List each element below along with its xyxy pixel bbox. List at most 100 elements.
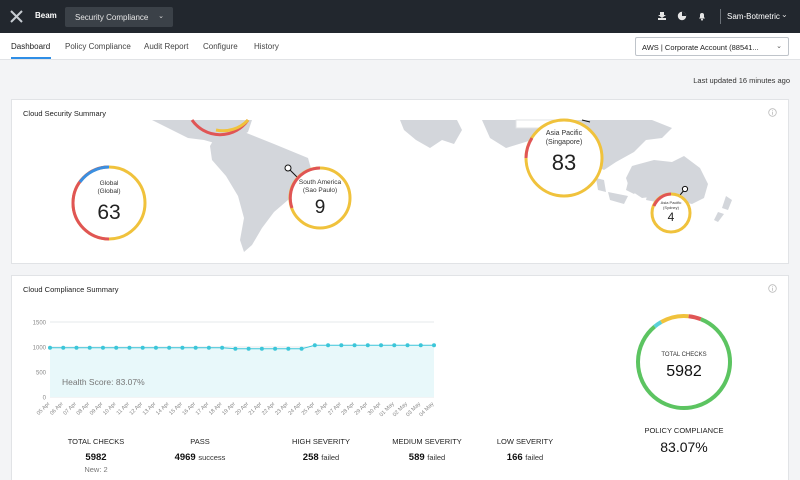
region-asia-pacific-singapore[interactable]: Asia Pacific (Singapore) bbox=[529, 129, 599, 147]
data-point[interactable] bbox=[153, 345, 158, 350]
data-point[interactable] bbox=[193, 345, 198, 350]
account-selector[interactable]: AWS | Corporate Account (88541... ⌄ bbox=[635, 37, 789, 56]
pie-chart-icon[interactable] bbox=[677, 11, 687, 21]
data-point[interactable] bbox=[392, 343, 397, 348]
info-icon[interactable] bbox=[768, 108, 777, 117]
stat-unit: failed bbox=[427, 453, 446, 462]
cloud-security-summary-panel: Cloud Security Summary Global (Global) 6… bbox=[11, 99, 789, 264]
app-selector[interactable]: Security Compliance ⌄ bbox=[65, 7, 173, 27]
data-point[interactable] bbox=[180, 345, 185, 350]
region-name: Asia Pacific bbox=[545, 130, 583, 137]
x-tick-label: 04 May bbox=[418, 401, 435, 418]
data-point[interactable] bbox=[379, 343, 384, 348]
y-tick-label: 500 bbox=[36, 371, 47, 377]
x-tick-label: 16 Apr bbox=[182, 401, 198, 417]
x-tick-label: 21 Apr bbox=[248, 401, 264, 417]
data-point[interactable] bbox=[114, 345, 119, 350]
data-point[interactable] bbox=[432, 343, 436, 348]
x-tick-label: 23 Apr bbox=[274, 401, 290, 417]
x-tick-label: 19 Apr bbox=[221, 401, 237, 417]
donut-segment-medium[interactable] bbox=[660, 314, 689, 324]
data-point[interactable] bbox=[326, 343, 331, 348]
stat-number: 5982 bbox=[85, 452, 107, 463]
x-tick-label: 14 Apr bbox=[155, 401, 171, 417]
x-tick-label: 15 Apr bbox=[168, 401, 184, 417]
stat-value: 166 failed bbox=[480, 452, 570, 463]
app-selector-label: Security Compliance bbox=[75, 13, 149, 22]
data-point[interactable] bbox=[233, 346, 238, 351]
data-point[interactable] bbox=[61, 345, 66, 350]
tab-history[interactable]: History bbox=[254, 42, 279, 51]
data-point[interactable] bbox=[418, 343, 423, 348]
donut-segment-high[interactable] bbox=[688, 314, 702, 322]
data-point[interactable] bbox=[127, 345, 132, 350]
x-tick-label: 27 Apr bbox=[327, 401, 343, 417]
data-point[interactable] bbox=[206, 345, 211, 350]
data-point[interactable] bbox=[405, 343, 410, 348]
x-tick-label: 11 Apr bbox=[116, 401, 131, 416]
data-point[interactable] bbox=[312, 343, 317, 348]
stat-number: 166 bbox=[506, 452, 523, 463]
stat-label: MEDIUM SEVERITY bbox=[392, 437, 462, 446]
x-tick-label: 17 Apr bbox=[195, 401, 211, 417]
data-point[interactable] bbox=[299, 346, 304, 351]
donut-segment-low[interactable] bbox=[653, 320, 663, 329]
chevron-down-icon: ⌄ bbox=[158, 13, 164, 20]
data-point[interactable] bbox=[87, 345, 92, 350]
donut-value: 5982 bbox=[666, 363, 702, 380]
x-tick-label: 25 Apr bbox=[301, 401, 317, 417]
stat-low-severity: LOW SEVERITY 166 failed bbox=[480, 437, 570, 463]
info-icon[interactable] bbox=[768, 284, 777, 293]
data-point[interactable] bbox=[74, 345, 79, 350]
data-point[interactable] bbox=[220, 345, 225, 350]
x-tick-label: 22 Apr bbox=[261, 401, 277, 417]
stat-value: 589 failed bbox=[377, 452, 477, 463]
stat-number: 589 bbox=[408, 452, 425, 463]
data-point[interactable] bbox=[140, 345, 145, 350]
active-tab-indicator bbox=[11, 57, 51, 59]
tab-policy-compliance[interactable]: Policy Compliance bbox=[65, 42, 131, 51]
x-tick-label: 12 Apr bbox=[129, 401, 145, 417]
data-point[interactable] bbox=[339, 343, 344, 348]
tab-dashboard[interactable]: Dashboard bbox=[11, 42, 50, 51]
x-tick-label: 05 Apr bbox=[36, 401, 52, 417]
chevron-down-icon[interactable]: ⌄ bbox=[781, 10, 788, 19]
stat-value: 4969 success bbox=[160, 452, 240, 463]
stat-value: 258 failed bbox=[271, 452, 371, 463]
data-point[interactable] bbox=[365, 343, 370, 348]
data-point[interactable] bbox=[167, 345, 172, 350]
tab-audit-report[interactable]: Audit Report bbox=[144, 42, 188, 51]
stat-label: PASS bbox=[190, 437, 210, 446]
data-point[interactable] bbox=[286, 346, 291, 351]
stat-label: TOTAL CHECKS bbox=[67, 437, 125, 446]
region-name: South America bbox=[298, 179, 342, 186]
account-selector-label: AWS | Corporate Account (88541... bbox=[642, 43, 759, 52]
x-tick-label: 09 Apr bbox=[89, 401, 105, 417]
region-asia-pacific-sydney[interactable]: Asia Pacific (Sydney) bbox=[654, 200, 688, 210]
data-point[interactable] bbox=[273, 346, 278, 351]
region-south-america[interactable]: South America (Sao Paulo) bbox=[292, 179, 348, 195]
stat-sub: New: 2 bbox=[84, 465, 108, 474]
stat-number: 4969 bbox=[174, 452, 196, 463]
data-point[interactable] bbox=[259, 346, 264, 351]
tab-configure[interactable]: Configure bbox=[203, 42, 238, 51]
tab-bar: Dashboard Policy Compliance Audit Report… bbox=[0, 33, 800, 60]
stat-unit: failed bbox=[321, 453, 340, 462]
x-tick-label: 06 Apr bbox=[49, 401, 65, 417]
download-icon[interactable] bbox=[657, 11, 667, 21]
x-tick-label: 24 Apr bbox=[288, 401, 304, 417]
top-bar: Beam Security Compliance ⌄ Sam-Botmetric… bbox=[0, 0, 800, 33]
data-point[interactable] bbox=[352, 343, 357, 348]
x-tick-label: 08 Apr bbox=[76, 401, 92, 417]
region-global[interactable]: Global (Global) bbox=[79, 180, 139, 196]
data-point[interactable] bbox=[246, 346, 251, 351]
beam-logo-icon[interactable] bbox=[10, 10, 23, 23]
data-point[interactable] bbox=[48, 345, 52, 350]
bell-icon[interactable] bbox=[697, 11, 707, 21]
chevron-down-icon: ⌄ bbox=[776, 43, 782, 50]
x-tick-label: 07 Apr bbox=[62, 401, 78, 417]
y-tick-label: 1000 bbox=[33, 346, 47, 352]
data-point[interactable] bbox=[100, 345, 105, 350]
user-menu[interactable]: Sam-Botmetric bbox=[727, 12, 780, 21]
stat-medium-severity: MEDIUM SEVERITY 589 failed bbox=[377, 437, 477, 463]
